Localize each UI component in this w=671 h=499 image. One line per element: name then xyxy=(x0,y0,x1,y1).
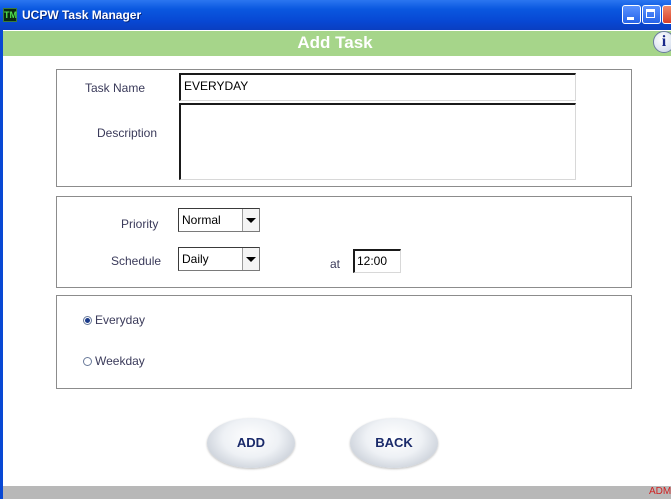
page-header: Add Task xyxy=(3,31,671,56)
user-status-text: ADMI xyxy=(649,486,671,497)
priority-label: Priority xyxy=(121,217,159,231)
window-title: UCPW Task Manager xyxy=(22,8,142,22)
time-input[interactable]: 12:00 xyxy=(353,249,401,273)
schedule-select[interactable]: Daily xyxy=(178,247,260,271)
at-label: at xyxy=(330,257,341,271)
back-button[interactable]: BACK xyxy=(350,418,438,468)
everyday-radio[interactable] xyxy=(83,316,92,325)
day-option-panel: Everyday Weekday xyxy=(56,295,632,389)
priority-select[interactable]: Normal xyxy=(178,208,260,232)
schedule-label: Schedule xyxy=(111,254,162,268)
description-label: Description xyxy=(97,126,158,140)
window-frame-edge xyxy=(0,30,3,499)
info-icon[interactable]: i xyxy=(653,31,671,53)
status-bar: ADMI xyxy=(3,486,671,499)
priority-selected-value: Normal xyxy=(182,213,221,227)
task-details-panel: Task Name EVERYDAY Description xyxy=(56,69,632,187)
description-textarea[interactable] xyxy=(179,103,576,180)
task-name-input[interactable]: EVERYDAY xyxy=(179,73,576,101)
page-title: Add Task xyxy=(297,33,373,52)
weekday-radio[interactable] xyxy=(83,357,92,366)
title-bar: TM UCPW Task Manager xyxy=(0,0,671,30)
maximize-button[interactable] xyxy=(642,5,661,24)
minimize-button[interactable] xyxy=(622,5,641,24)
add-button[interactable]: ADD xyxy=(207,418,295,468)
schedule-selected-value: Daily xyxy=(182,252,209,266)
schedule-panel: Priority Normal Schedule Daily at 12:00 xyxy=(56,196,632,288)
chevron-down-icon[interactable] xyxy=(242,209,259,231)
weekday-radio-label[interactable]: Weekday xyxy=(95,354,145,368)
everyday-radio-label[interactable]: Everyday xyxy=(95,313,145,327)
app-icon: TM xyxy=(3,8,17,22)
chevron-down-icon[interactable] xyxy=(242,248,259,270)
close-button[interactable] xyxy=(662,5,671,24)
task-name-label: Task Name xyxy=(85,81,146,95)
